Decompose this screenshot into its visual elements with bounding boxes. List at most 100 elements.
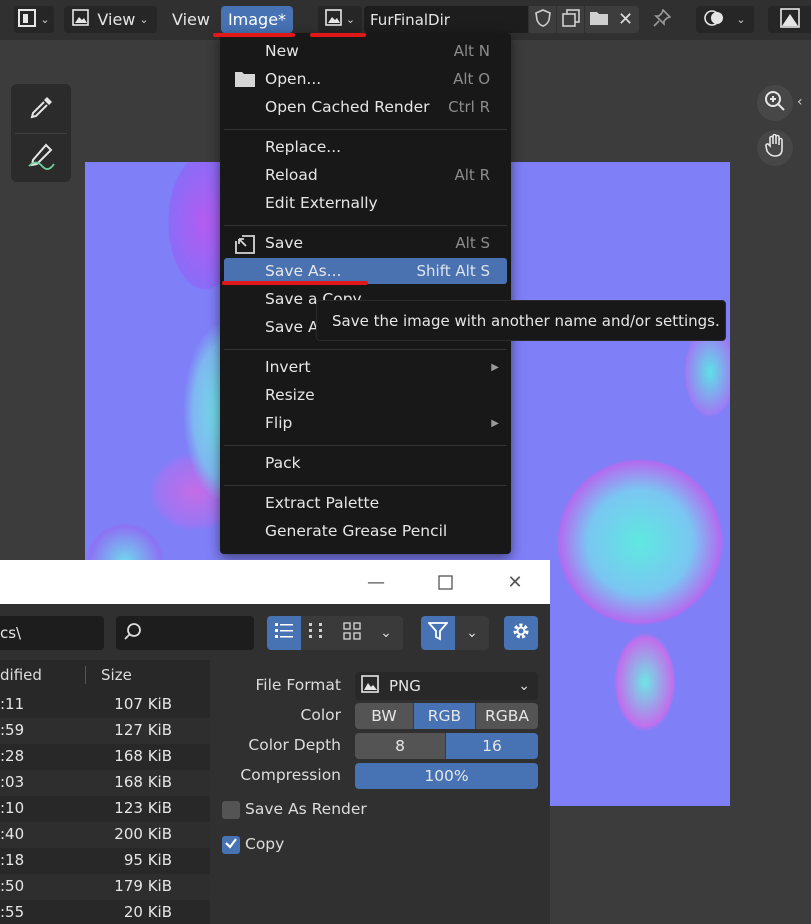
menu-item-resize[interactable]: Resize xyxy=(224,382,507,408)
picture-icon xyxy=(361,675,379,697)
menu-item-open-cached-render[interactable]: Open Cached Render Ctrl R xyxy=(224,94,507,120)
search-input[interactable] xyxy=(116,616,254,650)
menu-item-save[interactable]: Save Alt S xyxy=(224,230,507,256)
sample-tool[interactable] xyxy=(15,88,67,132)
picture-icon xyxy=(325,9,342,30)
column-divider[interactable] xyxy=(85,666,86,684)
menu-separator xyxy=(224,445,507,446)
menu-item-open[interactable]: Open... Alt O xyxy=(224,66,507,92)
file-row[interactable]: :03 168 KiB xyxy=(0,770,210,796)
chevron-down-icon: ⌄ xyxy=(380,625,392,641)
file-size: 20 KiB xyxy=(123,903,172,921)
overlays-dropdown[interactable]: ⌄ xyxy=(696,6,754,33)
menu-item-label: New xyxy=(265,42,299,60)
file-row[interactable]: :59 127 KiB xyxy=(0,718,210,744)
compression-label: Compression xyxy=(240,766,341,784)
chevron-left-icon[interactable]: ‹ xyxy=(797,94,803,110)
file-row[interactable]: :11 107 KiB xyxy=(0,692,210,718)
file-size: 95 KiB xyxy=(123,851,172,869)
menu-item-label: Extract Palette xyxy=(265,494,380,512)
column-header-size[interactable]: Size xyxy=(101,666,132,684)
maximize-icon[interactable] xyxy=(433,570,457,594)
list-vertical-button[interactable] xyxy=(267,616,301,650)
file-modified: :03 xyxy=(0,773,25,791)
pan-gizmo[interactable] xyxy=(757,130,793,166)
list-horizontal-button[interactable] xyxy=(301,616,335,650)
file-size: 107 KiB xyxy=(114,695,172,713)
copy-label: Copy xyxy=(245,835,285,853)
compression-slider[interactable]: 100% xyxy=(355,763,538,789)
hand-icon xyxy=(764,133,786,162)
view-mode-dropdown[interactable]: View ⌄ xyxy=(64,6,157,33)
file-row[interactable]: :18 95 KiB xyxy=(0,848,210,874)
image-menu[interactable]: Image* xyxy=(221,6,293,33)
annotation-underline xyxy=(310,33,366,37)
image-name-field[interactable]: FurFinalDir xyxy=(364,6,528,33)
open-image-button[interactable] xyxy=(585,6,612,33)
file-format-label: File Format xyxy=(255,676,342,694)
pin-button[interactable] xyxy=(648,6,676,33)
thumbnails-button[interactable] xyxy=(335,616,369,650)
file-row[interactable]: :55 20 KiB xyxy=(0,900,210,924)
menu-item-reload[interactable]: Reload Alt R xyxy=(224,162,507,188)
annotate-pencil-icon xyxy=(26,142,56,174)
close-icon[interactable]: ✕ xyxy=(503,570,527,594)
list-horizontal-icon xyxy=(308,622,328,644)
file-format-dropdown[interactable]: PNG ⌄ xyxy=(355,672,538,700)
annotation-underline xyxy=(222,281,368,285)
save-as-render-checkbox[interactable] xyxy=(222,801,240,819)
menu-item-generate-grease-pencil[interactable]: Generate Grease Pencil xyxy=(224,518,507,544)
color-bw-option[interactable]: BW xyxy=(355,703,414,729)
menu-item-new[interactable]: New Alt N xyxy=(224,38,507,64)
depth-8-option[interactable]: 8 xyxy=(355,733,446,759)
color-depth-label: Color Depth xyxy=(248,736,341,754)
menu-item-shortcut: Shift Alt S xyxy=(416,262,490,280)
menu-item-label: Edit Externally xyxy=(265,194,378,212)
view-menu[interactable]: View xyxy=(166,6,216,33)
gizmo-display-dropdown[interactable] xyxy=(768,6,811,33)
filter-toggle[interactable] xyxy=(421,616,455,650)
directory-path-field[interactable]: cs\ xyxy=(0,616,104,650)
copy-checkbox[interactable] xyxy=(222,836,240,854)
file-row[interactable]: :10 123 KiB xyxy=(0,796,210,822)
menu-item-flip[interactable]: Flip ▶ xyxy=(224,410,507,436)
fake-user-button[interactable] xyxy=(529,6,556,33)
color-rgba-option[interactable]: RGBA xyxy=(476,703,538,729)
file-modified: :55 xyxy=(0,903,25,921)
filter-options-dropdown[interactable]: ⌄ xyxy=(455,616,489,650)
dialog-titlebar[interactable]: — ✕ xyxy=(0,560,550,604)
menu-item-edit-externally[interactable]: Edit Externally xyxy=(224,190,507,216)
file-row[interactable]: :50 179 KiB xyxy=(0,874,210,900)
new-image-button[interactable] xyxy=(557,6,584,33)
chevron-down-icon: ⌄ xyxy=(736,13,746,26)
menu-item-pack[interactable]: Pack xyxy=(224,450,507,476)
settings-toggle[interactable] xyxy=(504,616,538,650)
checkmark-icon xyxy=(224,836,238,854)
minimize-icon[interactable]: — xyxy=(364,570,388,594)
color-rgb-option[interactable]: RGB xyxy=(414,703,476,729)
chevron-down-icon: ⌄ xyxy=(40,13,50,26)
file-modified: :50 xyxy=(0,877,25,895)
chevron-down-icon: ⌄ xyxy=(345,13,356,26)
file-row[interactable]: :40 200 KiB xyxy=(0,822,210,848)
menu-item-label: Replace... xyxy=(265,138,342,156)
depth-16-option[interactable]: 16 xyxy=(446,733,538,759)
save-as-tooltip: Save the image with another name and/or … xyxy=(316,300,726,341)
color-label: Color xyxy=(300,706,341,724)
list-vertical-icon xyxy=(274,622,294,644)
editor-type-button[interactable]: ⌄ xyxy=(14,6,54,33)
annotate-tool[interactable] xyxy=(15,136,67,180)
unlink-image-button[interactable]: ✕ xyxy=(612,6,639,33)
menu-item-replace[interactable]: Replace... xyxy=(224,134,507,160)
zoom-gizmo[interactable] xyxy=(757,85,793,121)
menu-item-extract-palette[interactable]: Extract Palette xyxy=(224,490,507,516)
browse-image-button[interactable]: ⌄ xyxy=(318,6,362,33)
filter-funnel-icon xyxy=(427,621,449,645)
chevron-down-icon: ⌄ xyxy=(466,625,478,641)
display-settings-dropdown[interactable]: ⌄ xyxy=(369,616,403,650)
menu-separator xyxy=(224,225,507,226)
menu-item-invert[interactable]: Invert ▶ xyxy=(224,354,507,380)
menu-item-label: Save A xyxy=(265,318,319,336)
file-row[interactable]: :28 168 KiB xyxy=(0,744,210,770)
column-header-modified[interactable]: dified xyxy=(0,666,42,684)
